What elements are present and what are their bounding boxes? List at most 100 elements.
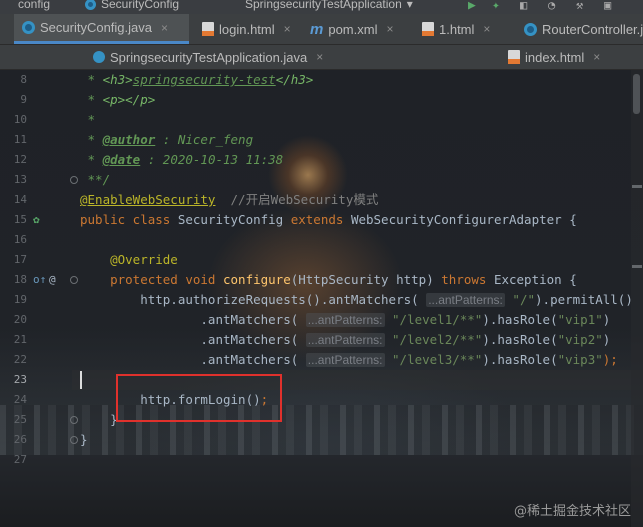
breadcrumb-securityconfig[interactable]: SecurityConfig xyxy=(85,0,179,14)
breadcrumb-bar: config SecurityConfig SpringsecurityTest… xyxy=(0,0,643,14)
breadcrumb-config[interactable]: config xyxy=(18,0,50,14)
string-literal: "/level2/**" xyxy=(384,332,483,347)
tab-label: login.html xyxy=(219,21,275,37)
tab-pom-xml[interactable]: m pom.xml × xyxy=(306,14,393,44)
chevron-down-icon: ▾ xyxy=(406,0,413,11)
close-icon[interactable]: × xyxy=(386,22,393,36)
line-number: 20 xyxy=(13,313,27,326)
tab-label: SpringsecurityTestApplication.java xyxy=(110,49,308,65)
parameter-hint: ...antPatterns: xyxy=(426,293,505,307)
string-literal: "/level3/**" xyxy=(384,352,483,367)
annotation-marker-icon[interactable]: @ xyxy=(49,270,56,290)
editor-tabs-row-2: SpringsecurityTestApplication.java × ind… xyxy=(0,45,643,70)
fold-marker[interactable] xyxy=(70,276,78,284)
doc-html-tag: <h3> xyxy=(102,72,133,87)
string-literal: "vip3" xyxy=(557,352,603,367)
line-number: 12 xyxy=(13,153,27,166)
fold-marker[interactable] xyxy=(70,176,78,184)
close-icon[interactable]: × xyxy=(284,22,291,36)
run-config-selector[interactable]: SpringsecurityTestApplication ▾ xyxy=(245,0,413,14)
code-line-14: @EnableWebSecurity //开启WebSecurity模式 xyxy=(80,190,378,210)
string-literal: "/" xyxy=(504,292,536,307)
superclass-name: WebSecurityConfigurerAdapter { xyxy=(350,212,577,227)
string-literal: "vip1" xyxy=(557,312,603,327)
annotation: @EnableWebSecurity xyxy=(80,192,216,207)
code-text: http.authorizeRequests().antMatchers( xyxy=(80,292,427,307)
vertical-scrollbar[interactable] xyxy=(631,70,643,527)
code-line-8: * <h3>springsecurity-test</h3> xyxy=(80,70,314,90)
code-text: ); xyxy=(602,352,618,367)
line-number: 11 xyxy=(13,133,27,146)
tab-routercontroller[interactable]: RouterController.jav xyxy=(520,14,643,44)
run-icon[interactable]: ▶ xyxy=(468,0,476,13)
text-caret xyxy=(80,371,82,389)
doc-comment-text: : Nicer_feng xyxy=(155,132,254,147)
code-line-15: public class SecurityConfig extends WebS… xyxy=(80,210,577,230)
code-text: .antMatchers( xyxy=(80,312,306,327)
line-number: 24 xyxy=(13,393,27,406)
close-icon[interactable]: × xyxy=(316,50,323,64)
close-icon[interactable]: × xyxy=(593,50,600,64)
line-number: 27 xyxy=(13,453,27,466)
code-line-9: * <p></p> xyxy=(80,90,156,110)
tab-index-html[interactable]: index.html × xyxy=(508,45,600,69)
editor-tabs-row: SecurityConfig.java × login.html × m pom… xyxy=(0,14,643,45)
line-number: 21 xyxy=(13,333,27,346)
line-number: 10 xyxy=(13,113,27,126)
code-line-10: * xyxy=(80,112,96,127)
method-params: (HttpSecurity http) xyxy=(290,272,442,287)
close-icon[interactable]: × xyxy=(161,21,168,35)
doc-html-tag: <p></p> xyxy=(102,92,156,107)
doc-comment-text: springsecurity-test xyxy=(132,72,276,87)
doc-comment-text: : 2020-10-13 11:38 xyxy=(140,152,284,167)
spring-bean-icon[interactable]: ✿ xyxy=(33,210,40,230)
code-line-18: protected void configure(HttpSecurity ht… xyxy=(80,270,577,290)
fold-marker[interactable] xyxy=(70,416,78,424)
line-number: 14 xyxy=(13,193,27,206)
profile-icon[interactable]: ◔ xyxy=(548,0,555,12)
exception-type: Exception { xyxy=(493,272,577,287)
coverage-icon[interactable]: ◧ xyxy=(520,0,527,12)
doc-comment: * xyxy=(80,132,103,147)
parameter-hint: ...antPatterns: xyxy=(305,313,385,327)
code-line-17: @Override xyxy=(80,252,178,267)
line-number: 16 xyxy=(13,233,27,246)
line-number: 13 xyxy=(13,173,27,186)
tab-springsecuritytestapplication[interactable]: SpringsecurityTestApplication.java × xyxy=(93,45,323,69)
html-file-icon xyxy=(202,22,214,36)
method-name: configure xyxy=(223,272,291,287)
code-text: ).hasRole( xyxy=(482,332,558,347)
doc-html-tag: </h3> xyxy=(275,72,314,87)
override-method-icon[interactable]: o↑ xyxy=(33,270,46,290)
tab-label: SecurityConfig.java xyxy=(40,20,152,35)
project-structure-icon[interactable]: ▣ xyxy=(604,0,611,12)
class-icon xyxy=(524,22,537,36)
html-file-icon xyxy=(422,22,434,36)
parameter-hint: ...antPatterns: xyxy=(305,333,385,347)
code-line-11: * @author : Nicer_feng xyxy=(80,130,254,150)
html-file-icon xyxy=(508,50,520,64)
debug-icon[interactable]: ✦ xyxy=(492,0,500,13)
line-number: 25 xyxy=(13,413,27,426)
scrollbar-thumb[interactable] xyxy=(633,74,640,114)
code-line-19: http.authorizeRequests().antMatchers( ..… xyxy=(80,290,633,310)
scrollbar-marker[interactable] xyxy=(632,265,642,268)
tab-label: pom.xml xyxy=(328,21,378,37)
build-icon[interactable]: ⚒ xyxy=(576,0,583,12)
code-line-13: **/ xyxy=(80,172,111,187)
fold-marker[interactable] xyxy=(70,436,78,444)
line-number-current: 23 xyxy=(13,373,27,386)
run-config-label: SpringsecurityTestApplication xyxy=(245,0,402,11)
close-icon[interactable]: × xyxy=(483,22,490,36)
tab-login-html[interactable]: login.html × xyxy=(196,14,291,44)
code-text: ).permitAll() xyxy=(535,292,633,307)
line-number: 26 xyxy=(13,433,27,446)
tab-1-html[interactable]: 1.html × xyxy=(420,14,490,44)
spring-class-icon xyxy=(93,51,105,63)
keyword: protected void xyxy=(80,272,223,287)
keyword: public class xyxy=(80,212,178,227)
line-number: 8 xyxy=(20,73,27,86)
parameter-hint: ...antPatterns: xyxy=(305,353,385,367)
scrollbar-marker[interactable] xyxy=(632,185,642,188)
tab-securityconfig-java[interactable]: SecurityConfig.java × xyxy=(14,14,189,44)
